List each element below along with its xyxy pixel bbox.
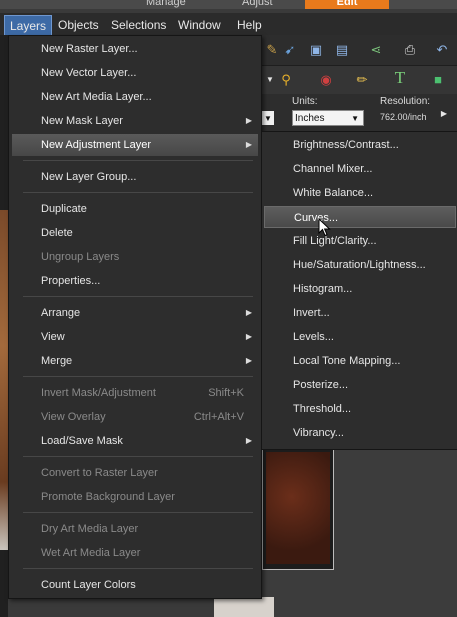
menu-separator [23, 568, 253, 569]
resolution-label: Resolution: [380, 96, 431, 107]
menubar: Layers Objects Selections Window Help [0, 13, 457, 37]
menu-item-wet-art-media-layer: Wet Art Media Layer [41, 547, 141, 559]
workspace-tabs: Manage Adjust Edit [0, 0, 457, 9]
menu-separator [23, 160, 253, 161]
menu-separator [23, 512, 253, 513]
submenu-item-channel-mixer[interactable]: Channel Mixer... [262, 158, 456, 180]
paint-tool-icon[interactable]: ✎ [264, 42, 280, 58]
lasso-icon[interactable]: ⚲ [278, 72, 294, 88]
menu-item-merge[interactable]: Merge ▶ [12, 350, 258, 372]
print-icon[interactable]: ⎙ [402, 42, 418, 58]
submenu-item-histogram[interactable]: Histogram... [262, 278, 456, 300]
menu-separator [23, 456, 253, 457]
photo-preview-edge [0, 210, 8, 550]
menu-item-duplicate[interactable]: Duplicate [12, 198, 258, 220]
save-as-icon[interactable]: ▤ [334, 42, 350, 58]
submenu-arrow-icon: ▶ [245, 116, 252, 125]
mouse-cursor-icon [318, 218, 331, 237]
menu-item-delete[interactable]: Delete [12, 222, 258, 244]
menu-item-promote-background-layer: Promote Background Layer [41, 491, 175, 503]
submenu-item-hue-saturation-lightness[interactable]: Hue/Saturation/Lightness... [262, 254, 456, 276]
shape-tool-icon[interactable]: ■ [430, 72, 446, 88]
shortcut-label: Shift+K [208, 387, 244, 399]
menu-item-view-overlay: View Overlay Ctrl+Alt+V [12, 406, 258, 428]
submenu-arrow-icon: ▶ [245, 332, 252, 341]
menu-item-count-layer-colors[interactable]: Count Layer Colors [12, 574, 258, 596]
menu-item-new-art-media-layer[interactable]: New Art Media Layer... [12, 86, 258, 108]
standard-toolbar: ✎ ➹ ▣ ▤ ⋖ ⎙ ↶ [262, 35, 457, 66]
save-icon[interactable]: ▣ [308, 42, 324, 58]
adjustment-layer-submenu: Brightness/Contrast... Channel Mixer... … [261, 131, 457, 450]
text-tool-icon[interactable]: T [392, 69, 408, 86]
tab-adjust[interactable]: Adjust [242, 0, 273, 9]
menu-item-new-mask-layer[interactable]: New Mask Layer ▶ [12, 110, 258, 132]
tab-edit[interactable]: Edit [305, 0, 389, 9]
menu-item-view[interactable]: View ▶ [12, 326, 258, 348]
menu-item-dry-art-media-layer: Dry Art Media Layer [41, 523, 139, 535]
menu-item-new-raster-layer[interactable]: New Raster Layer... [12, 38, 258, 60]
photo-corner [214, 597, 274, 617]
dropdown-arrow-icon[interactable]: ▼ [262, 72, 278, 88]
menu-selections[interactable]: Selections [111, 17, 166, 33]
submenu-arrow-icon: ▶ [245, 356, 252, 365]
undo-icon[interactable]: ↶ [434, 42, 450, 58]
submenu-item-local-tone-mapping[interactable]: Local Tone Mapping... [262, 350, 456, 372]
menu-separator [23, 376, 253, 377]
menu-item-invert-mask-adjustment: Invert Mask/Adjustment Shift+K [12, 382, 258, 404]
menu-item-new-vector-layer[interactable]: New Vector Layer... [12, 62, 258, 84]
menu-layers[interactable]: Layers [4, 15, 53, 37]
submenu-arrow-icon: ▶ [245, 140, 252, 149]
tools-toolbar: ▼ ⚲ ◉ ✏ T ■ [262, 66, 457, 95]
menu-item-new-layer-group[interactable]: New Layer Group... [12, 166, 258, 188]
submenu-item-vibrancy[interactable]: Vibrancy... [262, 422, 456, 444]
submenu-item-fill-light-clarity[interactable]: Fill Light/Clarity... [262, 230, 456, 252]
submenu-item-white-balance[interactable]: White Balance... [262, 182, 456, 204]
menu-item-arrange[interactable]: Arrange ▶ [12, 302, 258, 324]
menu-separator [23, 192, 253, 193]
menu-item-properties[interactable]: Properties... [12, 270, 258, 292]
red-eye-icon[interactable]: ◉ [318, 72, 334, 88]
menu-objects[interactable]: Objects [58, 17, 99, 33]
dropdown-arrow-icon[interactable]: ▼ [262, 111, 274, 125]
photo-thumbnail [266, 452, 330, 564]
menu-item-new-adjustment-layer[interactable]: New Adjustment Layer ▶ [12, 134, 258, 156]
menu-help[interactable]: Help [237, 17, 262, 33]
brush-icon[interactable]: ✏ [354, 72, 370, 88]
menu-window[interactable]: Window [178, 17, 221, 33]
more-options-icon[interactable]: ▶ [436, 106, 452, 122]
layers-menu: New Raster Layer... New Vector Layer... … [8, 35, 262, 599]
submenu-item-brightness-contrast[interactable]: Brightness/Contrast... [262, 134, 456, 156]
submenu-item-posterize[interactable]: Posterize... [262, 374, 456, 396]
fish-icon[interactable]: ➹ [282, 42, 298, 58]
menu-item-ungroup-layers: Ungroup Layers [41, 251, 120, 263]
menu-separator [23, 296, 253, 297]
shortcut-label: Ctrl+Alt+V [193, 411, 244, 423]
submenu-item-levels[interactable]: Levels... [262, 326, 456, 348]
resolution-value[interactable]: 762.00/inch [380, 112, 427, 122]
submenu-item-threshold[interactable]: Threshold... [262, 398, 456, 420]
submenu-item-invert[interactable]: Invert... [262, 302, 456, 324]
submenu-arrow-icon: ▶ [245, 436, 252, 445]
share-icon[interactable]: ⋖ [368, 42, 384, 58]
menu-item-convert-to-raster-layer: Convert to Raster Layer [41, 467, 158, 479]
submenu-arrow-icon: ▶ [245, 308, 252, 317]
menu-item-load-save-mask[interactable]: Load/Save Mask ▶ [12, 430, 258, 452]
tab-manage[interactable]: Manage [146, 0, 186, 9]
submenu-item-curves[interactable]: Curves... [264, 206, 456, 228]
units-dropdown[interactable]: Inches ▼ [292, 110, 364, 126]
units-label: Units: [292, 96, 318, 107]
